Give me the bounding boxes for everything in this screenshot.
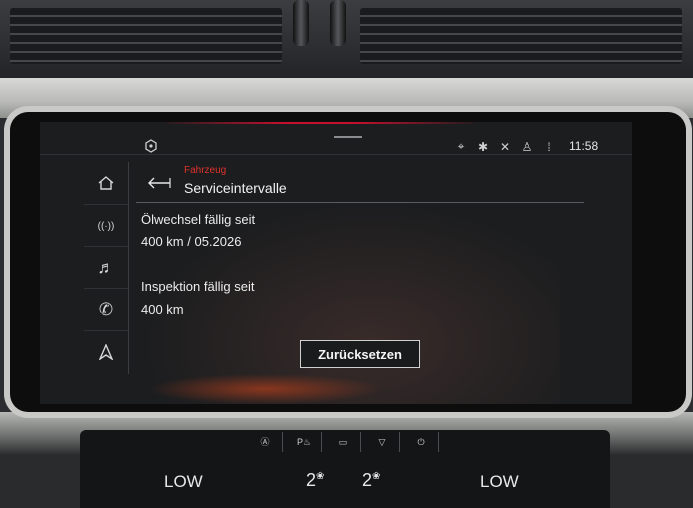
radio-icon: ((·))	[97, 220, 115, 232]
car-icon[interactable]	[144, 139, 158, 153]
front-defrost-icon[interactable]: ▽	[365, 432, 400, 452]
home-button[interactable]	[84, 162, 128, 204]
location-icon: ⌖	[457, 139, 465, 153]
navigation-button[interactable]	[84, 330, 128, 373]
seat-heat-icon: ❀	[372, 471, 381, 482]
clock: 11:58	[569, 139, 599, 153]
right-fan-setting[interactable]: LOW	[480, 472, 519, 492]
header-divider	[136, 202, 584, 203]
climate-panel: Ⓐ P♨ ▭ ▽ ⏻ LOW 2❀ 2❀ LOW	[80, 430, 610, 508]
phone-button[interactable]: ✆	[84, 288, 128, 331]
screen-reflection	[140, 202, 560, 404]
music-icon: ♬	[97, 258, 115, 277]
media-button[interactable]: ♬	[84, 246, 128, 289]
climate-function-bar: Ⓐ P♨ ▭ ▽ ⏻	[248, 432, 439, 452]
screen-glare	[150, 374, 380, 404]
mute-icon: ✕	[499, 139, 511, 154]
status-bar: ⌖ ✱ ✕ ♙ ⁞ 11:58	[40, 122, 632, 155]
vent-adjust-knob[interactable]	[293, 0, 309, 46]
vent-adjust-knob[interactable]	[330, 0, 346, 46]
back-button[interactable]	[144, 172, 174, 194]
pull-down-handle[interactable]	[334, 136, 362, 138]
oil-change-value: 400 km / 05.2026	[141, 234, 242, 249]
sidebar: ((·)) ♬ ✆	[84, 162, 129, 374]
right-air-vent	[360, 8, 682, 64]
radio-button[interactable]: ((·))	[84, 204, 128, 247]
back-arrow-icon	[148, 177, 171, 189]
reset-button[interactable]: Zurücksetzen	[300, 340, 420, 368]
left-level[interactable]: 2❀	[306, 470, 324, 491]
status-accent-line	[160, 122, 480, 124]
auto-climate-icon[interactable]: Ⓐ	[248, 432, 283, 452]
status-icons: ⌖ ✱ ✕ ♙ ⁞	[454, 139, 556, 154]
phone-icon: ✆	[98, 300, 114, 319]
page-title: Serviceintervalle	[184, 180, 287, 196]
left-air-vent	[10, 8, 282, 64]
inspection-label: Inspektion fällig seit	[141, 279, 255, 294]
climate-power-icon[interactable]: ⏻	[404, 432, 439, 452]
navigation-icon	[99, 344, 113, 360]
breadcrumb[interactable]: Fahrzeug	[184, 165, 226, 176]
user-icon: ♙	[521, 139, 533, 154]
home-icon	[98, 176, 114, 190]
parking-heat-icon[interactable]: P♨	[287, 432, 322, 452]
rear-defrost-icon[interactable]: ▭	[326, 432, 361, 452]
oil-change-label: Ölwechsel fällig seit	[141, 212, 256, 227]
left-fan-setting[interactable]: LOW	[164, 472, 203, 492]
right-level[interactable]: 2❀	[362, 470, 380, 491]
air-vent-area	[0, 0, 693, 78]
inspection-value: 400 km	[141, 302, 184, 317]
seat-heat-icon: ❀	[316, 471, 325, 482]
bluetooth-icon: ✱	[477, 139, 489, 154]
signal-icon: ⁞	[547, 139, 551, 154]
mmi-display: ⌖ ✱ ✕ ♙ ⁞ 11:58 ((·)) ♬ ✆ Fahrzeug Servi…	[40, 122, 632, 404]
